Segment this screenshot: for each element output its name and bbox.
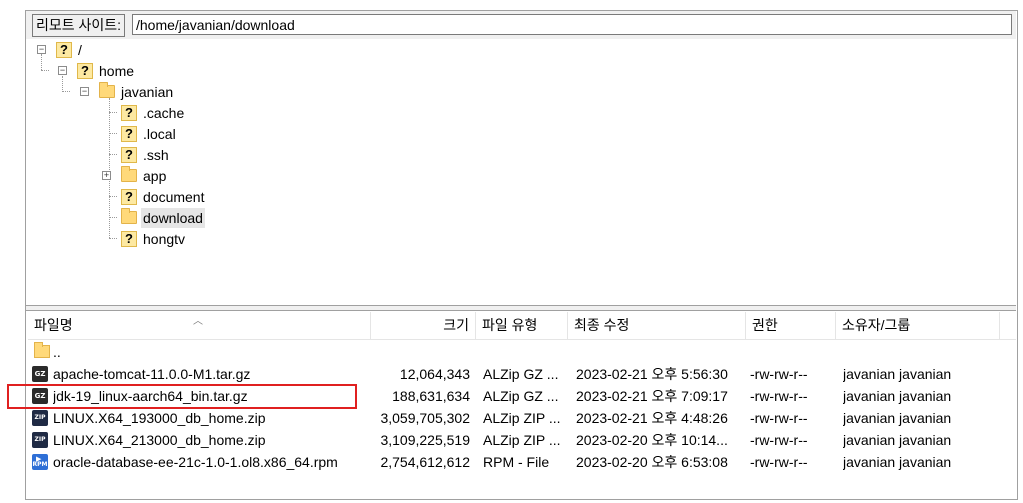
file-list-header: 파일명 ︿ 크기 파일 유형 최종 수정 권한 소유자/그룹 — [28, 312, 1016, 340]
file-permissions: -rw-rw-r-- — [750, 366, 808, 382]
column-header-type[interactable]: 파일 유형 — [476, 312, 568, 339]
file-row-parent[interactable]: .. — [28, 341, 1016, 363]
file-permissions: -rw-rw-r-- — [750, 410, 808, 426]
tree-node-label: javanian — [121, 84, 174, 100]
column-header-owner[interactable]: 소유자/그룹 — [836, 312, 1000, 339]
file-type: ALZip GZ ... — [483, 388, 559, 404]
file-name: apache-tomcat-11.0.0-M1.tar.gz — [53, 366, 251, 382]
file-permissions: -rw-rw-r-- — [750, 454, 808, 470]
tree-node-download[interactable]: download — [28, 208, 228, 228]
tree-node-document[interactable]: ? document — [28, 187, 228, 207]
collapse-toggle-icon[interactable]: − — [37, 45, 46, 54]
file-owner: javanian javanian — [843, 388, 952, 404]
sort-ascending-icon: ︿ — [193, 316, 203, 327]
file-modified: 2023-02-21 오후 4:48:26 — [576, 410, 728, 426]
folder-icon — [34, 342, 50, 358]
file-name: oracle-database-ee-21c-1.0-1.ol8.x86_64.… — [53, 454, 338, 470]
tree-node-app[interactable]: + app — [28, 166, 228, 186]
tree-node-home[interactable]: − ? home — [28, 61, 228, 81]
file-permissions: -rw-rw-r-- — [750, 388, 808, 404]
gz-archive-icon: GZ — [32, 366, 48, 382]
tree-node-label: hongtv — [143, 231, 186, 247]
annotation-highlight-box — [7, 384, 357, 409]
path-bar: 리모트 사이트: /home/javanian/download — [26, 11, 1016, 39]
tree-node-label: / — [78, 42, 82, 58]
collapse-toggle-icon[interactable]: − — [80, 87, 89, 96]
rpm-package-icon: RPM — [32, 448, 48, 470]
file-owner: javanian javanian — [843, 366, 952, 382]
tree-node-label: .ssh — [143, 147, 169, 163]
file-name: .. — [53, 344, 61, 360]
tree-node-hongtv[interactable]: ? hongtv — [28, 229, 228, 249]
tree-node-cache[interactable]: ? .cache — [28, 103, 228, 123]
remote-site-label: 리모트 사이트: — [32, 14, 126, 37]
tree-node-label-selected: download — [141, 208, 205, 228]
collapse-toggle-icon[interactable]: − — [58, 66, 67, 75]
file-modified: 2023-02-20 오후 6:53:08 — [576, 454, 728, 470]
file-modified: 2023-02-21 오후 5:56:30 — [576, 366, 728, 382]
tree-node-javanian[interactable]: − javanian — [28, 82, 228, 102]
tree-node-label: .local — [143, 126, 176, 142]
tree-node-label: app — [143, 168, 167, 184]
file-modified: 2023-02-20 오후 10:14... — [576, 432, 728, 448]
unknown-folder-icon: ? — [121, 189, 137, 205]
folder-icon — [121, 208, 137, 224]
file-row[interactable]: ZIP LINUX.X64_193000_db_home.zip 3,059,7… — [28, 407, 1016, 429]
file-size: 3,059,705,302 — [380, 410, 470, 426]
unknown-folder-icon: ? — [121, 105, 137, 121]
unknown-folder-icon: ? — [56, 42, 72, 58]
file-row[interactable]: ZIP LINUX.X64_213000_db_home.zip 3,109,2… — [28, 429, 1016, 451]
expand-toggle-icon[interactable]: + — [102, 171, 111, 180]
directory-tree: − ? / − ? home − javanian ? .cache ? .lo… — [28, 40, 1016, 305]
file-size: 12,064,343 — [399, 366, 470, 382]
column-header-permissions[interactable]: 권한 — [746, 312, 836, 339]
folder-icon — [99, 82, 115, 98]
file-row[interactable]: RPM oracle-database-ee-21c-1.0-1.ol8.x86… — [28, 448, 1016, 473]
file-type: ALZip ZIP ... — [483, 410, 561, 426]
tree-node-label: .cache — [143, 105, 185, 121]
tree-node-ssh[interactable]: ? .ssh — [28, 145, 228, 165]
file-row[interactable]: GZ apache-tomcat-11.0.0-M1.tar.gz 12,064… — [28, 363, 1016, 385]
file-type: ALZip ZIP ... — [483, 432, 561, 448]
unknown-folder-icon: ? — [121, 147, 137, 163]
file-name: LINUX.X64_213000_db_home.zip — [53, 432, 266, 448]
tree-node-label: home — [99, 63, 135, 79]
file-name: LINUX.X64_193000_db_home.zip — [53, 410, 266, 426]
file-owner: javanian javanian — [843, 432, 952, 448]
remote-path-input[interactable]: /home/javanian/download — [132, 14, 1012, 35]
unknown-folder-icon: ? — [121, 231, 137, 247]
file-modified: 2023-02-21 오후 7:09:17 — [576, 388, 728, 404]
unknown-folder-icon: ? — [121, 126, 137, 142]
tree-node-root[interactable]: − ? / — [28, 40, 228, 60]
unknown-folder-icon: ? — [77, 63, 93, 79]
tree-node-local[interactable]: ? .local — [28, 124, 228, 144]
file-size: 2,754,612,612 — [380, 454, 470, 470]
column-header-modified[interactable]: 최종 수정 — [568, 312, 746, 339]
file-size: 3,109,225,519 — [380, 432, 470, 448]
zip-archive-icon: ZIP — [32, 432, 48, 448]
file-owner: javanian javanian — [843, 454, 952, 470]
file-type: ALZip GZ ... — [483, 366, 559, 382]
folder-icon — [121, 166, 137, 182]
file-owner: javanian javanian — [843, 410, 952, 426]
pane-splitter[interactable] — [26, 305, 1016, 311]
tree-node-label: document — [143, 189, 205, 205]
file-permissions: -rw-rw-r-- — [750, 432, 808, 448]
file-size: 188,631,634 — [392, 388, 470, 404]
column-header-size[interactable]: 크기 — [371, 312, 476, 339]
zip-archive-icon: ZIP — [32, 410, 48, 426]
file-type: RPM - File — [483, 454, 550, 470]
